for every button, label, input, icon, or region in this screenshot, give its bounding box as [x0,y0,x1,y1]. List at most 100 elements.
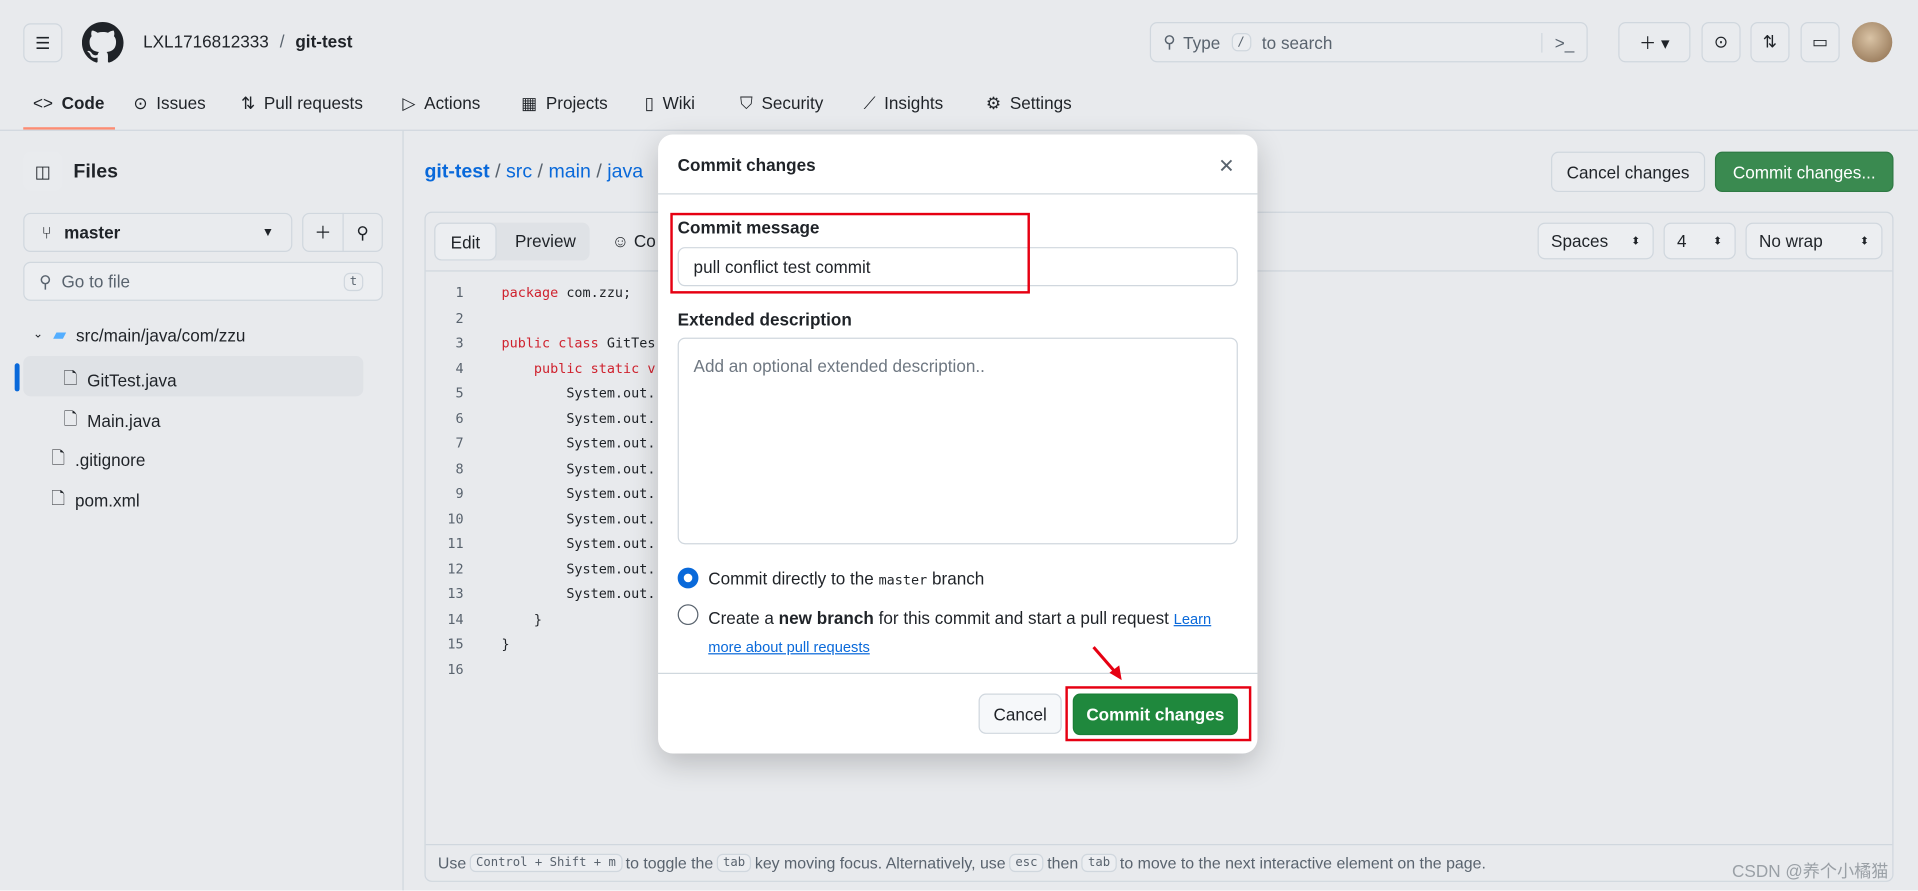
create-new-button[interactable]: ＋ ▾ [1618,22,1691,63]
tab-edit[interactable]: Edit [434,222,497,261]
branch-selector[interactable]: ⑂ master ▼ [23,212,293,252]
tree-folder[interactable]: ⌄ ▰ src/main/java/com/zzu [33,324,245,345]
sidebar-divider [402,130,404,891]
indent-mode-select[interactable]: Spaces ⬍ [1537,222,1654,260]
select-arrows-icon: ⬍ [1631,234,1641,247]
tab-actions[interactable]: ▷ Actions [402,88,480,117]
line-number: 11 [447,535,464,552]
search-icon: ⚲ [1163,31,1176,52]
github-logo-icon[interactable] [81,22,124,64]
file-icon: 🗋 [51,488,66,508]
avatar[interactable] [1851,22,1893,63]
tab-settings[interactable]: ⚙ Settings [986,88,1072,117]
tab-pull-requests[interactable]: ⇅ Pull requests [241,88,363,117]
file-icon: 🗋 [51,447,66,468]
sidebar-collapse-icon: ◫ [34,160,51,181]
command-palette-icon[interactable]: >_ [1541,32,1574,52]
tab-projects[interactable]: ▦ Projects [521,88,608,117]
indent-size-select[interactable]: 4 ⬍ [1663,222,1736,260]
tab-preview[interactable]: Preview [515,231,576,251]
header-divider [0,129,1918,131]
tab-insights[interactable]: ⟋ Insights [864,88,944,117]
go-to-file-input[interactable]: ⚲ Go to file t [23,261,383,301]
branch-icon: ⑂ [41,222,52,243]
select-arrows-icon: ⬍ [1713,234,1723,247]
line-number: 16 [447,661,464,678]
search-files-button[interactable]: ⚲ [342,212,383,252]
pull-request-icon: ⇅ [240,92,256,112]
selected-indicator [14,363,20,392]
issue-icon: ⊙ [133,92,148,112]
repo-link[interactable]: git-test [295,32,352,52]
extended-description-label: Extended description [677,309,852,330]
code-line: System.out. [501,460,656,477]
breadcrumb-link[interactable]: git-test [424,161,489,182]
line-number: 7 [455,435,464,452]
line-number: 14 [447,610,464,627]
owner-link[interactable]: LXL1716812333 [143,32,269,52]
caret-down-icon: ▼ [261,225,274,240]
gear-icon: ⚙ [985,92,1002,112]
tab-wiki[interactable]: ▯ Wiki [645,88,695,117]
tab-copilot[interactable]: ☺ Co [612,231,661,251]
code-line: public static v [501,360,656,377]
search-icon: ⚲ [39,270,52,291]
annotation-arrow-icon [1092,646,1122,681]
issue-icon: ⊙ [1713,31,1729,52]
shield-icon: ⛉ [740,92,753,112]
line-number: 2 [455,310,464,326]
line-number: 8 [455,460,464,477]
cancel-button[interactable]: Cancel [978,693,1062,734]
tree-file[interactable]: 🗋 Main.java [64,406,161,435]
code-line: System.out. [501,435,656,452]
tab-code[interactable]: <> Code [33,88,104,117]
book-icon: ▯ [644,92,655,112]
pull-requests-button[interactable]: ⇅ [1750,22,1790,63]
graph-icon: ⟋ [863,92,876,112]
tab-security[interactable]: ⛉ Security [740,88,823,117]
commit-direct-radio[interactable] [677,567,699,589]
add-file-button[interactable]: ＋ [302,212,344,252]
code-line: System.out. [501,560,656,577]
hamburger-icon: ☰ [35,32,51,52]
search-input[interactable]: ⚲ Type / to search >_ [1149,22,1588,63]
sidebar-title: Files [73,161,119,183]
tree-file[interactable]: 🗋 .gitignore [51,445,145,474]
tree-file[interactable]: 🗋 GitTest.java [64,366,177,395]
line-number: 5 [455,385,464,402]
search-shortcut: / [1231,33,1251,52]
tree-file[interactable]: 🗋 pom.xml [51,486,139,515]
new-branch-radio[interactable] [677,604,699,626]
line-number: 12 [447,560,464,577]
collapse-sidebar-button[interactable]: ◫ [23,151,63,191]
extended-description-input[interactable]: Add an optional extended description.. [677,337,1238,545]
commit-direct-label: Commit directly to the master branch [708,568,985,589]
issues-button[interactable]: ⊙ [1701,22,1741,63]
table-icon: ▦ [521,92,538,112]
select-arrows-icon: ⬍ [1859,234,1870,247]
chevron-down-icon: ⌄ [33,327,44,342]
line-number: 4 [455,360,464,377]
breadcrumb-link[interactable]: java [607,161,643,182]
watermark: CSDN @养个小橘猫 [1732,861,1889,881]
code-line: System.out. [501,585,656,602]
breadcrumb-link[interactable]: src [506,161,532,182]
commit-changes-button[interactable]: Commit changes... [1714,151,1894,193]
menu-button[interactable]: ☰ [23,23,63,63]
line-number: 10 [447,510,464,527]
code-line: System.out. [501,385,656,402]
breadcrumb: git-test / src / main / java [424,161,644,183]
file-icon: 🗋 [63,408,78,429]
wrap-mode-select[interactable]: No wrap ⬍ [1745,222,1883,260]
code-line: System.out. [501,510,656,527]
dialog-footer-divider [658,672,1258,674]
code-line: } [501,610,543,627]
inbox-button[interactable]: ▭ [1800,22,1840,63]
breadcrumb-link[interactable]: main [548,161,590,182]
page: ☰ LXL1716812333 / git-test ⚲ Type / to s… [0,0,1918,891]
tab-issues[interactable]: ⊙ Issues [133,88,205,117]
line-number: 6 [455,410,464,427]
line-number: 3 [455,335,464,352]
cancel-changes-button[interactable]: Cancel changes [1551,151,1706,193]
close-icon[interactable]: ✕ [1218,154,1234,178]
